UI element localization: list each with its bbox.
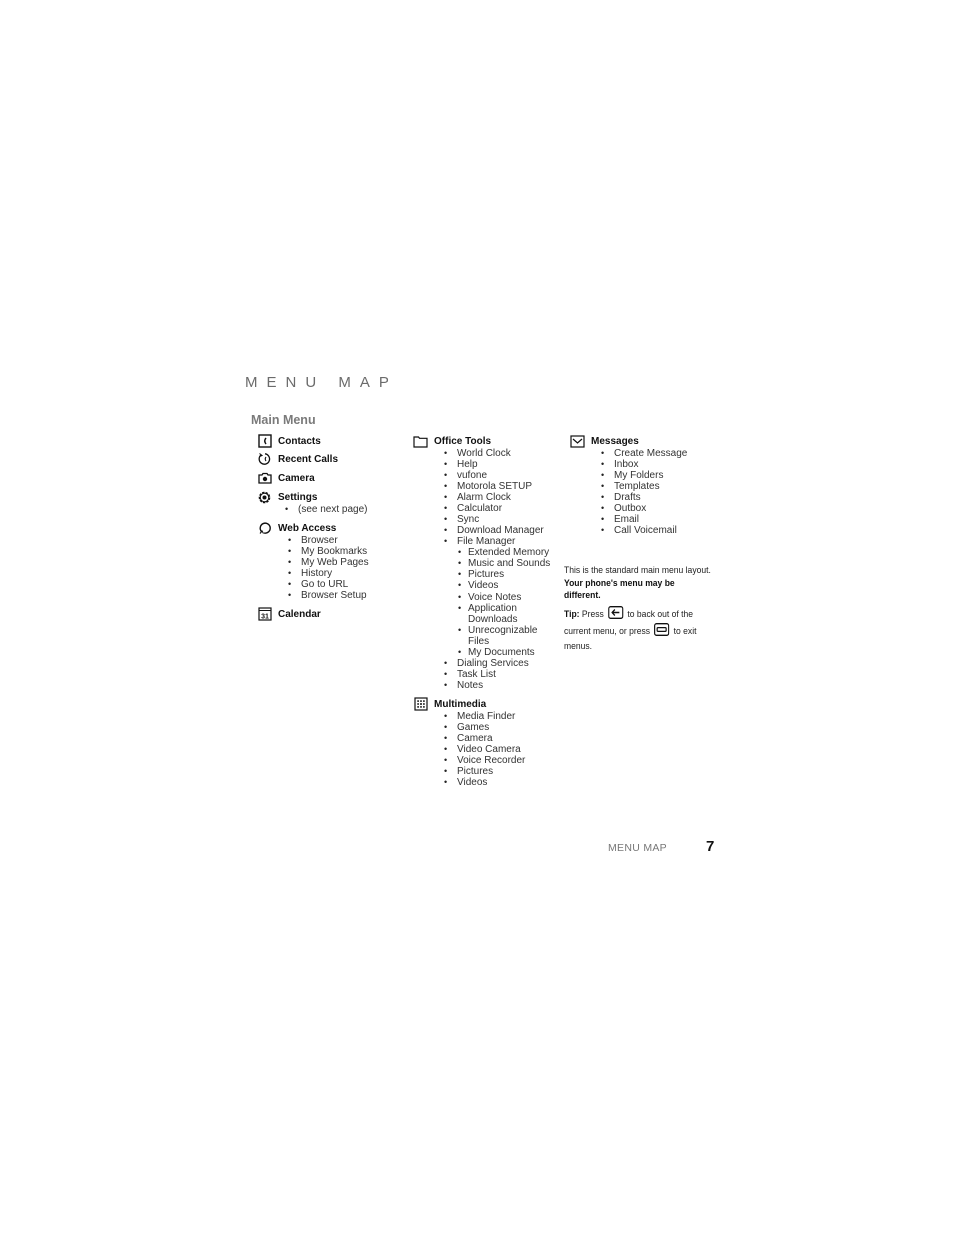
menu-item: Browser Setup — [287, 590, 407, 601]
menu-item: My Web Pages — [287, 557, 407, 568]
menu-item-file-manager: File Manager Extended Memory Music and S… — [443, 536, 563, 658]
menu-category-web-access: Web Access Browser My Bookmarks My Web P… — [257, 521, 407, 601]
menu-item: Pictures — [443, 766, 563, 777]
submenu-item: Unrecognizable Files — [457, 625, 538, 647]
note-paragraph: This is the standard main menu layout. Y… — [564, 565, 713, 603]
submenu-item: Videos — [457, 580, 563, 591]
submenu-item: My Documents — [457, 647, 563, 658]
menu-item-label: File Manager — [457, 536, 516, 547]
menu-item: Templates — [600, 481, 720, 492]
menu-item: Download Manager — [443, 525, 563, 536]
back-key-icon — [607, 605, 624, 624]
menu-item: Help — [443, 459, 563, 470]
menu-item: World Clock — [443, 448, 563, 459]
submenu-item: Voice Notes — [457, 592, 563, 603]
menu-item: Games — [443, 722, 563, 733]
menu-item: vufone — [443, 470, 563, 481]
category-label: Web Access — [278, 522, 337, 534]
multimedia-icon — [413, 697, 428, 711]
category-label: Settings — [278, 491, 318, 503]
menu-item: Videos — [443, 777, 563, 788]
web-access-icon — [257, 521, 272, 535]
menu-item: (see next page) — [284, 504, 407, 515]
category-label: Multimedia — [434, 698, 487, 710]
menu-item: Email — [600, 514, 720, 525]
menu-category-camera: Camera — [257, 471, 407, 485]
submenu-item: Extended Memory — [457, 547, 563, 558]
tip-paragraph: Tip: Press to back out of the current me… — [564, 605, 713, 654]
category-label: Office Tools — [434, 435, 492, 447]
submenu-item: Pictures — [457, 569, 563, 580]
file-manager-submenu: Extended Memory Music and Sounds Picture… — [457, 547, 563, 658]
contacts-icon — [257, 434, 272, 448]
menu-item: Go to URL — [287, 579, 407, 590]
submenu-item: Application Downloads — [457, 603, 538, 625]
menu-item: Outbox — [600, 503, 720, 514]
menu-item: Voice Recorder — [443, 755, 563, 766]
menu-column-1: Contacts Recent Calls Camera Settings (s… — [257, 434, 407, 621]
menu-item: Camera — [443, 733, 563, 744]
office-tools-icon — [413, 434, 428, 448]
messages-icon — [570, 434, 585, 448]
menu-item: Video Camera — [443, 744, 563, 755]
camera-icon — [257, 471, 272, 485]
menu-item: Sync — [443, 514, 563, 525]
end-key-icon — [654, 623, 670, 641]
submenu-item: Music and Sounds — [457, 558, 563, 569]
menu-category-settings: Settings (see next page) — [257, 490, 407, 515]
svg-text:31: 31 — [261, 613, 269, 620]
menu-item: Browser — [287, 535, 407, 546]
section-title: MENU MAP — [245, 374, 398, 391]
menu-column-3: Messages Create Message Inbox My Folders… — [570, 434, 720, 536]
footer-section-label: MENU MAP — [608, 842, 667, 854]
menu-item: Create Message — [600, 448, 720, 459]
menu-item: Inbox — [600, 459, 720, 470]
menu-category-contacts: Contacts — [257, 434, 407, 448]
calendar-icon: 31 — [257, 607, 272, 621]
category-label: Camera — [278, 472, 315, 484]
menu-item: Task List — [443, 669, 563, 680]
menu-category-messages: Messages Create Message Inbox My Folders… — [570, 434, 720, 536]
menu-item: History — [287, 568, 407, 579]
menu-category-office-tools: Office Tools World Clock Help vufone Mot… — [413, 434, 563, 691]
category-label: Calendar — [278, 608, 321, 620]
menu-note: This is the standard main menu layout. Y… — [564, 565, 713, 656]
recent-calls-icon — [257, 452, 272, 466]
tip-text: Press — [581, 608, 604, 620]
menu-item: Motorola SETUP — [443, 481, 563, 492]
menu-item: Dialing Services — [443, 658, 563, 669]
menu-item: My Bookmarks — [287, 546, 407, 557]
main-menu-heading: Main Menu — [251, 413, 316, 427]
note-text-bold: Your phone's menu may be different. — [564, 577, 675, 602]
menu-item: Notes — [443, 680, 563, 691]
tip-label: Tip: — [564, 608, 580, 620]
menu-item: Drafts — [600, 492, 720, 503]
category-label: Recent Calls — [278, 453, 339, 465]
menu-item: Calculator — [443, 503, 563, 514]
menu-column-2: Office Tools World Clock Help vufone Mot… — [413, 434, 563, 788]
menu-item: Alarm Clock — [443, 492, 563, 503]
settings-icon — [257, 490, 272, 504]
note-text: This is the standard main menu layout. — [564, 565, 711, 576]
menu-item: My Folders — [600, 470, 720, 481]
menu-category-calendar: 31 Calendar — [257, 607, 407, 621]
menu-item: Media Finder — [443, 711, 563, 722]
menu-category-recent-calls: Recent Calls — [257, 452, 407, 466]
menu-category-multimedia: Multimedia Media Finder Games Camera Vid… — [413, 697, 563, 788]
category-label: Messages — [591, 435, 639, 447]
category-label: Contacts — [278, 435, 321, 447]
page-number: 7 — [706, 838, 715, 855]
menu-item: Call Voicemail — [600, 525, 720, 536]
